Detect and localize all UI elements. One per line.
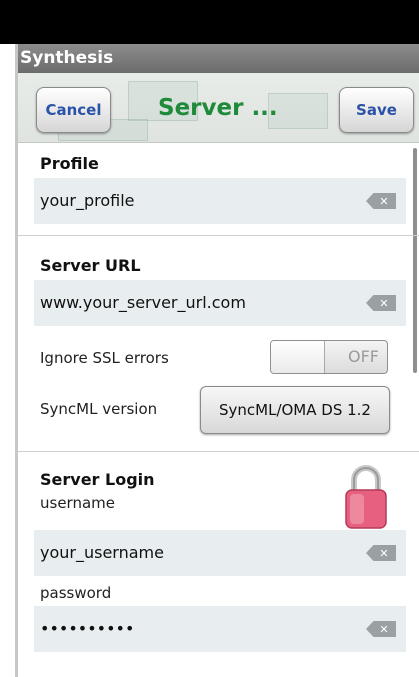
- username-field-value: your_username: [40, 543, 164, 562]
- username-label: username: [40, 494, 115, 512]
- ignore-ssl-label: Ignore SSL errors: [40, 349, 169, 367]
- clear-icon[interactable]: ✕: [366, 193, 396, 209]
- clear-icon[interactable]: ✕: [366, 295, 396, 311]
- clear-icon[interactable]: ✕: [366, 621, 396, 637]
- username-field[interactable]: your_username ✕: [34, 530, 406, 576]
- divider: [18, 451, 419, 452]
- divider: [18, 235, 419, 236]
- ignore-ssl-toggle[interactable]: OFF: [270, 340, 388, 374]
- profile-field[interactable]: your_profile ✕: [34, 178, 406, 224]
- screen-header: Cancel Server ... Save: [18, 73, 419, 143]
- status-bar: [0, 0, 419, 44]
- padlock-icon: [345, 465, 387, 529]
- profile-field-value: your_profile: [40, 191, 135, 210]
- password-field-value: ••••••••••: [40, 619, 135, 638]
- app-title: Synthesis: [20, 48, 114, 68]
- page-title: Server ...: [158, 95, 278, 121]
- server-login-section-title: Server Login: [40, 470, 155, 489]
- app-title-bar: Synthesis: [18, 44, 419, 73]
- syncml-version-label: SyncML version: [40, 400, 158, 418]
- save-button[interactable]: Save: [339, 87, 414, 133]
- clear-icon[interactable]: ✕: [366, 545, 396, 561]
- server-url-field[interactable]: www.your_server_url.com ✕: [34, 280, 406, 326]
- syncml-version-button[interactable]: SyncML/OMA DS 1.2: [200, 386, 390, 434]
- cancel-button[interactable]: Cancel: [36, 87, 111, 133]
- profile-section-title: Profile: [40, 154, 99, 173]
- settings-form: Profile your_profile ✕ Server URL www.yo…: [18, 144, 419, 677]
- password-field[interactable]: •••••••••• ✕: [34, 606, 406, 652]
- toggle-knob: [271, 341, 325, 373]
- scrollbar[interactable]: [413, 148, 417, 373]
- toggle-state-label: OFF: [348, 347, 379, 366]
- password-label: password: [40, 584, 112, 602]
- server-url-section-title: Server URL: [40, 256, 141, 275]
- server-url-field-value: www.your_server_url.com: [40, 293, 246, 312]
